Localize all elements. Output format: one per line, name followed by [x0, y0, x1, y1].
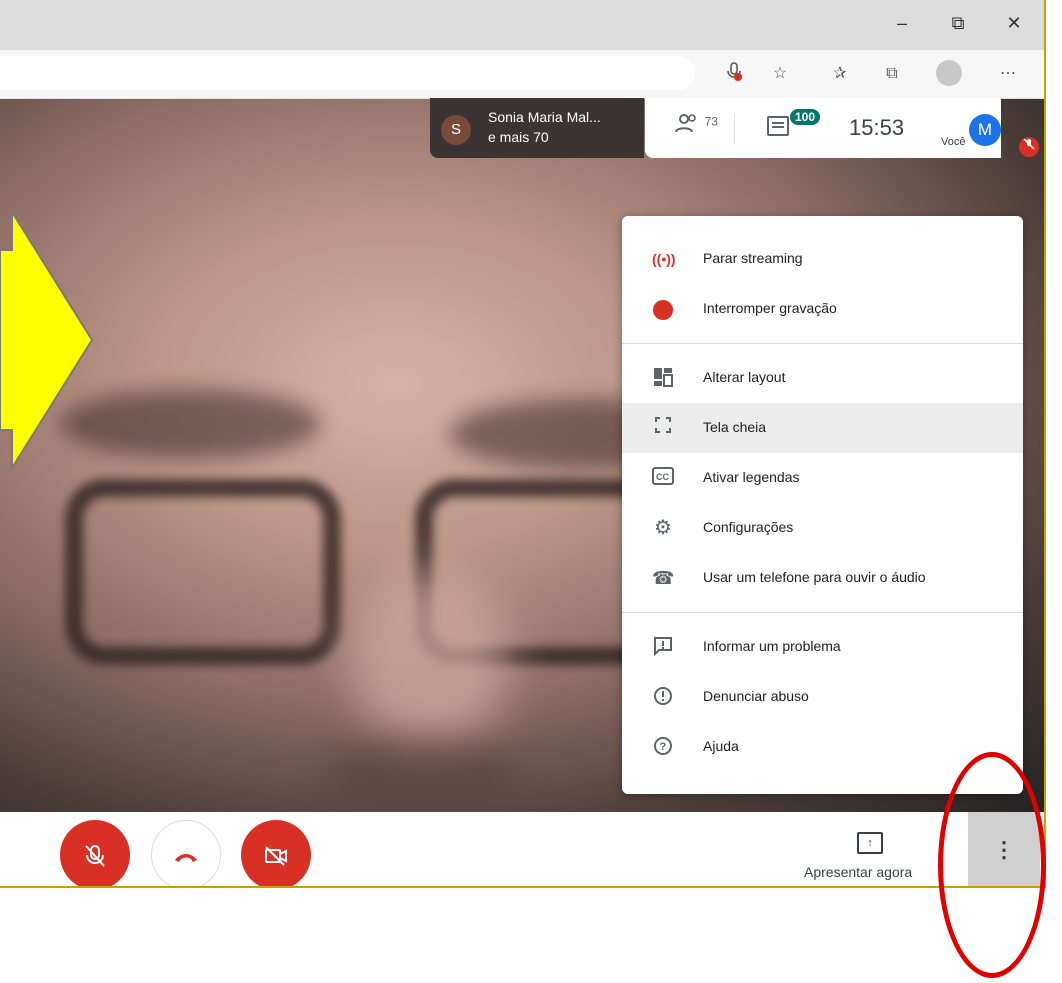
menu-label: Parar streaming: [703, 250, 803, 266]
minimize-button[interactable]: –: [882, 8, 922, 38]
menu-label: Ajuda: [703, 738, 739, 754]
you-label: Você: [941, 136, 966, 148]
menu-label: Usar um telefone para ouvir o áudio: [703, 569, 926, 585]
call-controls-bar: ↑ Apresentar agora ⋮: [0, 812, 1044, 886]
menu-label: Ativar legendas: [703, 469, 800, 485]
mic-off-icon: [1019, 137, 1039, 157]
title-bar: – ⧉ ✕: [0, 0, 1044, 50]
more-options-menu: ((•)) Parar streaming Interromper gravaç…: [622, 216, 1023, 794]
phone-audio-icon: ☎: [652, 568, 675, 588]
menu-label: Denunciar abuso: [703, 688, 809, 704]
menu-divider: [622, 612, 1023, 613]
fullscreen-icon: [652, 417, 674, 439]
chat-count-badge: 100: [790, 109, 821, 125]
video-nose: [350, 569, 510, 749]
video-mouth: [320, 739, 520, 809]
restore-button[interactable]: ⧉: [938, 8, 978, 38]
menu-label: Alterar layout: [703, 369, 786, 385]
favorite-star-icon[interactable]: ☆: [768, 62, 792, 86]
present-screen-icon: ↑: [857, 832, 883, 854]
browser-toolbar: ☆ ✰ ⧉ ⋯: [0, 50, 1044, 99]
hang-up-button[interactable]: [151, 820, 221, 886]
report-problem-icon: [652, 636, 674, 658]
menu-item-settings[interactable]: ⚙ Configurações: [622, 503, 1023, 553]
menu-item-phone-audio[interactable]: ☎ Usar um telefone para ouvir o áudio: [622, 553, 1023, 603]
mic-blocked-icon[interactable]: [722, 62, 746, 86]
menu-item-report-abuse[interactable]: Denunciar abuso: [622, 672, 1023, 722]
menu-divider: [622, 343, 1023, 344]
more-icon[interactable]: ⋯: [996, 62, 1020, 86]
profile-icon[interactable]: [936, 60, 962, 86]
info-divider: [734, 114, 735, 144]
browser-window: – ⧉ ✕ ☆ ✰ ⧉ ⋯ S Sonia Maria Mal... e mai…: [0, 0, 1046, 888]
favorites-list-icon[interactable]: ✰: [828, 62, 852, 86]
people-icon: [675, 114, 705, 138]
report-abuse-icon: [652, 686, 674, 708]
you-avatar[interactable]: M: [969, 114, 1001, 146]
presenter-name: Sonia Maria Mal...: [488, 109, 601, 125]
layout-icon: [652, 367, 674, 389]
help-icon: ?: [652, 736, 674, 758]
red-annotation-circle: [938, 752, 1046, 978]
menu-item-stop-streaming[interactable]: ((•)) Parar streaming: [622, 234, 1023, 284]
menu-label: Interromper gravação: [703, 300, 837, 316]
menu-item-help[interactable]: ? Ajuda: [622, 722, 1023, 772]
camera-off-button[interactable]: [241, 820, 311, 886]
presenter-avatar: S: [441, 115, 471, 145]
collections-icon[interactable]: ⧉: [880, 62, 904, 86]
present-now-label: Apresentar agora: [804, 864, 913, 880]
close-button[interactable]: ✕: [994, 8, 1034, 38]
address-bar[interactable]: [0, 56, 695, 90]
svg-text:CC: CC: [656, 472, 669, 482]
mute-mic-button[interactable]: [60, 820, 130, 886]
participants-count: 73: [704, 114, 718, 129]
chat-icon[interactable]: [767, 116, 789, 136]
menu-item-stop-recording[interactable]: Interromper gravação: [622, 284, 1023, 334]
settings-gear-icon: ⚙: [654, 517, 672, 539]
menu-item-change-layout[interactable]: Alterar layout: [622, 353, 1023, 403]
yellow-arrow-icon: [0, 210, 94, 470]
svg-text:?: ?: [660, 741, 667, 753]
captions-icon: CC: [652, 467, 674, 489]
presenter-others: e mais 70: [488, 129, 549, 145]
participants-button[interactable]: 73: [675, 113, 718, 139]
menu-item-fullscreen[interactable]: Tela cheia: [622, 403, 1023, 453]
video-glasses-left: [65, 479, 341, 665]
present-now-button[interactable]: ↑ Apresentar agora: [800, 832, 940, 880]
menu-item-report-problem[interactable]: Informar um problema: [622, 622, 1023, 672]
menu-label: Configurações: [703, 519, 794, 535]
record-dot-icon: [652, 298, 674, 321]
menu-label: Tela cheia: [703, 419, 767, 435]
streaming-icon: ((•)): [652, 251, 676, 267]
meeting-info-bar: 73 100 15:53 Você M: [645, 98, 1001, 158]
menu-label: Informar um problema: [703, 638, 841, 654]
menu-item-captions[interactable]: CC Ativar legendas: [622, 453, 1023, 503]
presenter-tile[interactable]: S Sonia Maria Mal... e mais 70: [430, 98, 644, 158]
meeting-clock: 15:53: [849, 115, 905, 140]
